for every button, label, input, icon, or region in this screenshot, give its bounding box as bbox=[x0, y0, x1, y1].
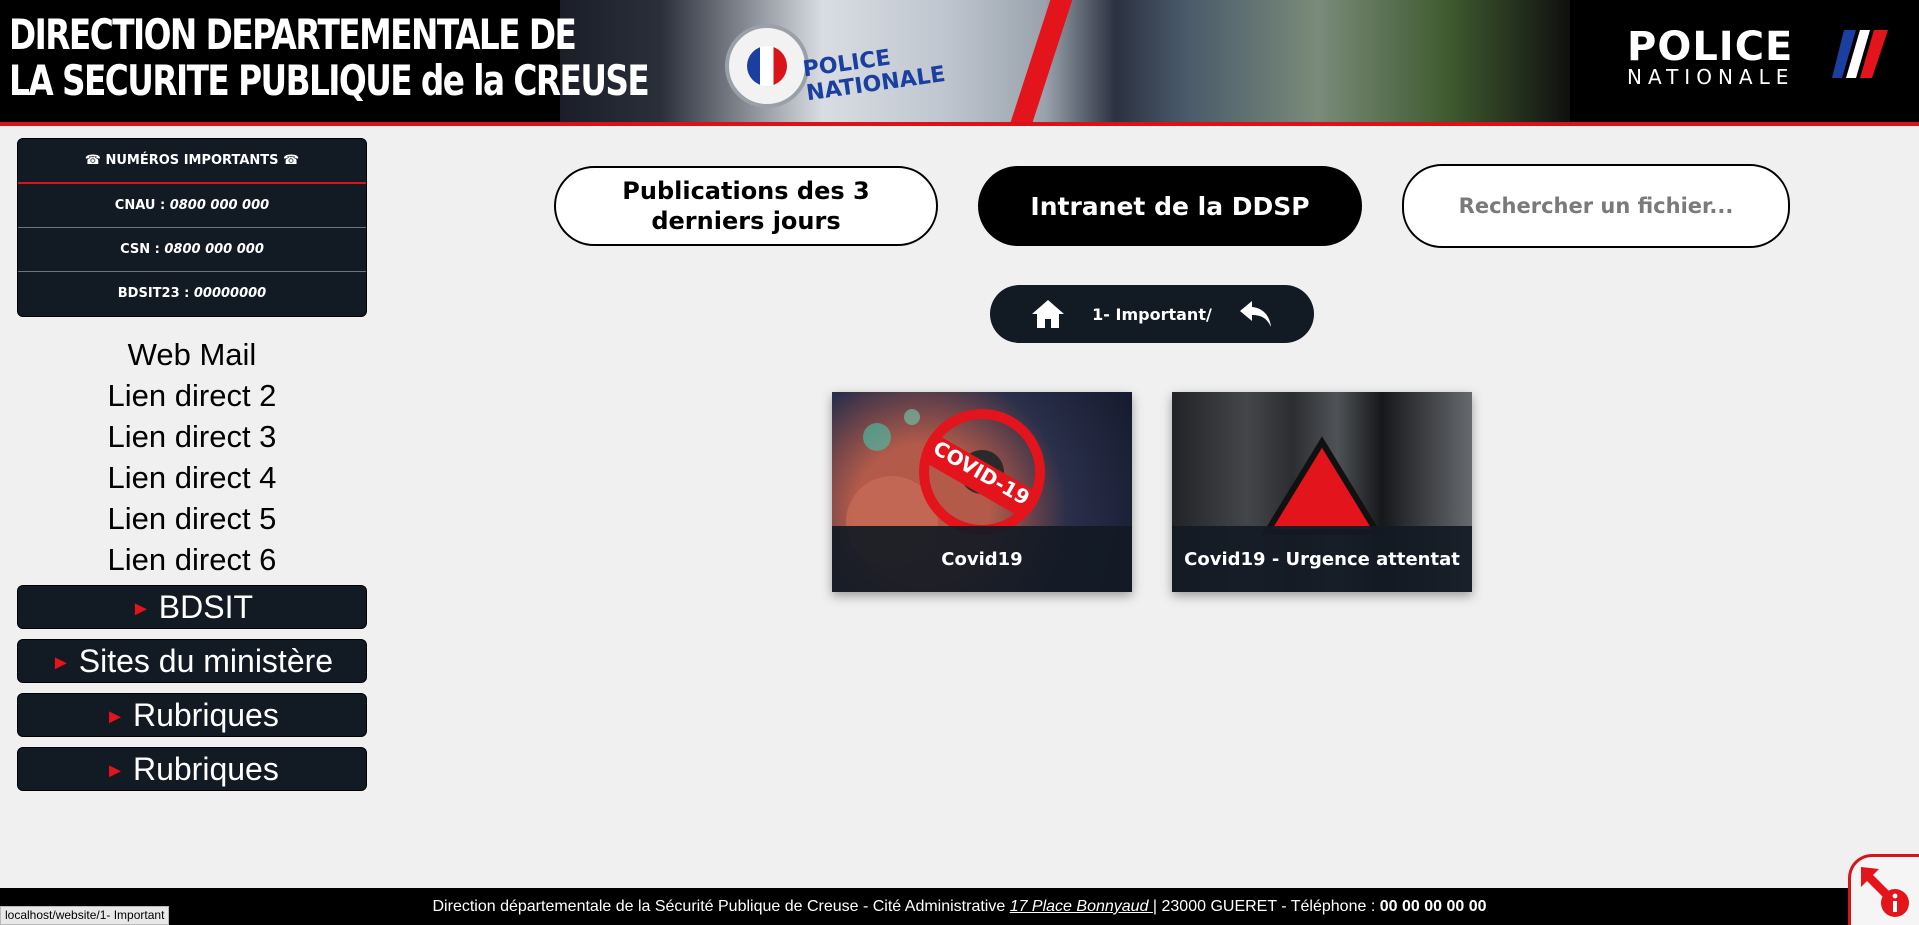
header-banner: POLICE NATIONALE DIRECTION DEPARTEMENTAL… bbox=[0, 0, 1919, 126]
file-search-input[interactable] bbox=[1424, 193, 1768, 219]
footer-text: Direction départementale de la Sécurité … bbox=[432, 898, 1010, 915]
help-widget[interactable] bbox=[1848, 854, 1919, 925]
link-direct-4[interactable]: Lien direct 4 bbox=[17, 457, 367, 498]
folder-label: Covid19 - Urgence attentat bbox=[1172, 526, 1472, 592]
link-direct-2[interactable]: Lien direct 2 bbox=[17, 375, 367, 416]
number-row-bdsit23: BDSIT23 : 00000000 bbox=[18, 272, 366, 315]
back-arrow-icon[interactable] bbox=[1238, 297, 1274, 331]
file-search-box[interactable] bbox=[1402, 164, 1790, 248]
police-nationale-logo[interactable]: POLICE NATIONALE bbox=[1625, 26, 1895, 96]
breadcrumb-path: 1- Important/ bbox=[1092, 304, 1212, 324]
menu-label: Rubriques bbox=[132, 751, 279, 787]
triangle-right-icon: ► bbox=[130, 598, 151, 620]
important-numbers-title: ☎ NUMÉROS IMPORTANTS ☎ bbox=[18, 139, 366, 184]
number-value: 0800 000 000 bbox=[169, 198, 270, 213]
number-value: 00000000 bbox=[193, 286, 267, 301]
site-title-line1: DIRECTION DEPARTEMENTALE DE bbox=[9, 10, 577, 59]
status-bar-url: localhost/website/1- Important bbox=[0, 906, 170, 925]
help-info-icon bbox=[1861, 867, 1909, 917]
police-badge-image bbox=[725, 24, 809, 108]
footer-phone: 00 00 00 00 00 bbox=[1379, 898, 1487, 915]
breadcrumb: 1- Important/ bbox=[990, 285, 1314, 343]
number-label: CSN : bbox=[120, 242, 165, 257]
intranet-ddsp-button[interactable]: Intranet de la DDSP bbox=[978, 166, 1362, 246]
home-icon[interactable] bbox=[1030, 297, 1066, 331]
footer-text-mid: | 23000 GUERET - Téléphone : bbox=[1152, 898, 1380, 915]
footer: Direction départementale de la Sécurité … bbox=[0, 888, 1919, 925]
badge-tricolor bbox=[747, 46, 787, 86]
footer-address-link[interactable]: 17 Place Bonnyaud bbox=[1010, 898, 1153, 915]
tricolor-flag-icon bbox=[1832, 30, 1888, 78]
menu-bdsit-button[interactable]: ► BDSIT bbox=[17, 585, 367, 629]
direct-links-list: Web Mail Lien direct 2 Lien direct 3 Lie… bbox=[17, 334, 367, 580]
triangle-right-icon: ► bbox=[105, 706, 125, 728]
folder-card-covid19-urgence-attentat[interactable]: Covid19 - Urgence attentat bbox=[1172, 392, 1472, 592]
logo-word-nationale: NATIONALE bbox=[1627, 65, 1795, 89]
site-title-line2: LA SECURITE PUBLIQUE de la CREUSE bbox=[9, 56, 650, 105]
triangle-right-icon: ► bbox=[50, 652, 71, 674]
triangle-right-icon: ► bbox=[105, 760, 125, 782]
link-web-mail[interactable]: Web Mail bbox=[17, 334, 367, 375]
important-numbers-panel: ☎ NUMÉROS IMPORTANTS ☎ CNAU : 0800 000 0… bbox=[17, 138, 367, 317]
menu-label: BDSIT bbox=[158, 589, 254, 625]
recent-publications-button[interactable]: Publications des 3 derniers jours bbox=[554, 166, 938, 246]
recent-publications-line2: derniers jours bbox=[651, 207, 841, 235]
menu-label: Rubriques bbox=[132, 697, 279, 733]
menu-rubriques-button[interactable]: ► Rubriques bbox=[17, 693, 367, 737]
link-direct-5[interactable]: Lien direct 5 bbox=[17, 498, 367, 539]
number-row-csn: CSN : 0800 000 000 bbox=[18, 228, 366, 272]
folder-card-covid19[interactable]: COVID-19 Covid19 bbox=[832, 392, 1132, 592]
number-label: BDSIT23 : bbox=[117, 286, 194, 301]
link-direct-3[interactable]: Lien direct 3 bbox=[17, 416, 367, 457]
number-label: CNAU : bbox=[114, 198, 170, 213]
number-row-cnau: CNAU : 0800 000 000 bbox=[18, 184, 366, 228]
recent-publications-line1: Publications des 3 bbox=[622, 177, 870, 205]
site-title: DIRECTION DEPARTEMENTALE DE LA SECURITE … bbox=[9, 10, 650, 105]
menu-rubriques-button-2[interactable]: ► Rubriques bbox=[17, 747, 367, 791]
number-value: 0800 000 000 bbox=[164, 242, 264, 257]
folder-label: Covid19 bbox=[832, 526, 1132, 592]
link-direct-6[interactable]: Lien direct 6 bbox=[17, 539, 367, 580]
menu-label: Sites du ministère bbox=[78, 643, 334, 679]
menu-sites-ministere-button[interactable]: ► Sites du ministère bbox=[17, 639, 367, 683]
logo-word-police: POLICE bbox=[1627, 24, 1794, 70]
